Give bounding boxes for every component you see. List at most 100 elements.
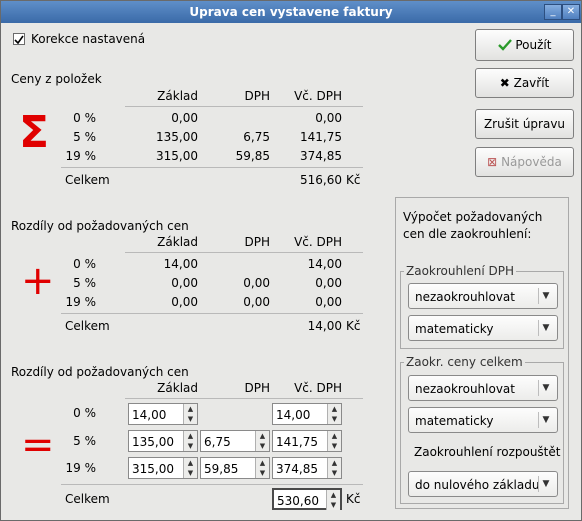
s3-dph-19-value: 59,85 <box>204 462 239 476</box>
checkmark-icon <box>14 35 24 45</box>
minimize-icon[interactable]: _ <box>544 4 562 20</box>
spinner-arrows-icon[interactable]: ▲ ▼ <box>326 490 340 510</box>
vat-rounding-mode-value: nezaokrouhlovat <box>415 290 515 304</box>
section1-title: Ceny z položek <box>11 72 102 86</box>
help-button-label: Nápověda <box>501 155 562 169</box>
s1-header-dph: DPH <box>244 89 271 103</box>
s2-zaklad-19: 0,00 <box>171 295 198 309</box>
dialog-window: Uprava cen vystavene faktury _ ✕ Korekce… <box>0 0 582 521</box>
total-rounding-mode-select[interactable]: nezaokrouhlovat ▼ <box>408 375 558 401</box>
s1-vcdph-19: 374,85 <box>300 149 342 163</box>
spinner-arrows-icon[interactable]: ▲ ▼ <box>255 431 269 451</box>
s3-zaklad-0-input[interactable]: 14,00 ▲ ▼ <box>128 403 198 425</box>
korekce-checkbox[interactable] <box>13 33 25 45</box>
s3-dph-19-input[interactable]: 59,85 ▲ ▼ <box>200 457 270 479</box>
s2-total-label: Celkem <box>65 319 110 333</box>
s3-zaklad-19-input[interactable]: 315,00 ▲ ▼ <box>128 457 198 479</box>
s1-total-value: 516,60 <box>300 173 342 187</box>
chevron-down-icon: ▼ <box>538 476 553 492</box>
s2-dph-19: 0,00 <box>243 295 270 309</box>
s1-currency: Kč <box>346 173 361 187</box>
spinner-arrows-icon[interactable]: ▲ ▼ <box>183 404 197 424</box>
section3-title: Rozdíly od požadovaných cen <box>11 365 189 379</box>
chevron-down-icon: ▼ <box>538 380 553 396</box>
s2-header-zaklad: Základ <box>157 235 198 249</box>
s3-total-label: Celkem <box>65 492 110 506</box>
check-icon <box>497 39 512 51</box>
spread-rounding-value: do nulového základu <box>415 478 540 492</box>
total-rounding-title: Zaokr. ceny celkem <box>404 355 525 369</box>
close-window-icon[interactable]: ✕ <box>562 4 580 20</box>
vat-rounding-method-value: matematicky <box>415 322 494 336</box>
help-button[interactable]: ⊠ Nápověda <box>475 147 574 177</box>
s3-currency: Kč <box>346 492 361 506</box>
s1-rate-0: 0 % <box>73 111 96 125</box>
s1-vcdph-0: 0,00 <box>315 111 342 125</box>
spread-rounding-label: Zaokrouhlení rozpouštět <box>414 445 561 459</box>
s2-zaklad-0: 14,00 <box>163 257 198 271</box>
s1-vcdph-5: 141,75 <box>300 130 342 144</box>
total-rounding-mode-value: nezaokrouhlovat <box>415 382 515 396</box>
s1-dph-19: 59,85 <box>235 149 270 163</box>
plus-icon: + <box>21 258 55 304</box>
s1-header-vcdph: Vč. DPH <box>294 89 342 103</box>
s3-vcdph-0-input[interactable]: 14,00 ▲ ▼ <box>272 403 342 425</box>
s3-zaklad-19-value: 315,00 <box>132 462 174 476</box>
x-icon: ✖ <box>499 76 510 90</box>
window-title: Uprava cen vystavene faktury <box>189 5 393 19</box>
s3-dph-5-value: 6,75 <box>204 435 231 449</box>
cancel-edit-button[interactable]: Zrušit úpravu <box>475 109 574 139</box>
korekce-label[interactable]: Korekce nastavená <box>31 32 145 46</box>
title-bar[interactable]: Uprava cen vystavene faktury _ ✕ <box>1 1 581 23</box>
s2-dph-5: 0,00 <box>243 276 270 290</box>
chevron-down-icon: ▼ <box>538 412 553 428</box>
use-button[interactable]: Použít <box>475 29 574 61</box>
spinner-arrows-icon[interactable]: ▲ ▼ <box>255 458 269 478</box>
s1-header-zaklad: Základ <box>157 89 198 103</box>
total-rounding-method-select[interactable]: matematicky ▼ <box>408 407 558 433</box>
divider <box>61 313 363 314</box>
s1-zaklad-19: 315,00 <box>156 149 198 163</box>
use-button-label: Použít <box>515 38 552 52</box>
s2-zaklad-5: 0,00 <box>171 276 198 290</box>
s3-total-input[interactable]: 530,60 ▲ ▼ <box>272 488 342 510</box>
s3-vcdph-5-input[interactable]: 141,75 ▲ ▼ <box>272 430 342 452</box>
s2-vcdph-19: 0,00 <box>315 295 342 309</box>
s3-rate-0: 0 % <box>73 406 96 420</box>
s3-dph-5-input[interactable]: 6,75 ▲ ▼ <box>200 430 270 452</box>
rounding-intro: Výpočet požadovaných cen dle zaokrouhlen… <box>403 210 543 241</box>
s1-zaklad-5: 135,00 <box>156 130 198 144</box>
s2-rate-5: 5 % <box>73 276 96 290</box>
vat-rounding-title: Zaokrouhlení DPH <box>404 264 517 278</box>
section2-title: Rozdíly od požadovaných cen <box>11 219 189 233</box>
close-button[interactable]: ✖ Zavřít <box>475 68 574 98</box>
s2-currency: Kč <box>346 319 361 333</box>
divider <box>125 398 363 399</box>
s3-vcdph-19-input[interactable]: 374,85 ▲ ▼ <box>272 457 342 479</box>
vat-rounding-mode-select[interactable]: nezaokrouhlovat ▼ <box>408 283 558 309</box>
chevron-down-icon: ▼ <box>538 288 553 304</box>
s3-vcdph-5-value: 141,75 <box>276 435 318 449</box>
spinner-arrows-icon[interactable]: ▲ ▼ <box>327 458 341 478</box>
s3-zaklad-0-value: 14,00 <box>132 408 167 422</box>
s3-zaklad-5-input[interactable]: 135,00 ▲ ▼ <box>128 430 198 452</box>
s2-total-value: 14,00 <box>307 319 342 333</box>
spinner-arrows-icon[interactable]: ▲ ▼ <box>327 404 341 424</box>
s3-total-value: 530,60 <box>277 494 319 508</box>
close-button-label: Zavřít <box>513 76 550 90</box>
spread-rounding-select[interactable]: do nulového základu ▼ <box>408 471 558 497</box>
vat-rounding-method-select[interactable]: matematicky ▼ <box>408 315 558 341</box>
s2-rate-0: 0 % <box>73 257 96 271</box>
s3-header-vcdph: Vč. DPH <box>294 381 342 395</box>
divider <box>61 167 363 168</box>
spinner-arrows-icon[interactable]: ▲ ▼ <box>327 431 341 451</box>
s1-total-label: Celkem <box>65 173 110 187</box>
s3-rate-19: 19 % <box>65 461 97 475</box>
s1-dph-5: 6,75 <box>243 130 270 144</box>
s3-vcdph-0-value: 14,00 <box>276 408 311 422</box>
s1-rate-19: 19 % <box>65 149 97 163</box>
s2-header-dph: DPH <box>244 235 271 249</box>
spinner-arrows-icon[interactable]: ▲ ▼ <box>183 458 197 478</box>
s1-rate-5: 5 % <box>73 130 96 144</box>
spinner-arrows-icon[interactable]: ▲ ▼ <box>183 431 197 451</box>
